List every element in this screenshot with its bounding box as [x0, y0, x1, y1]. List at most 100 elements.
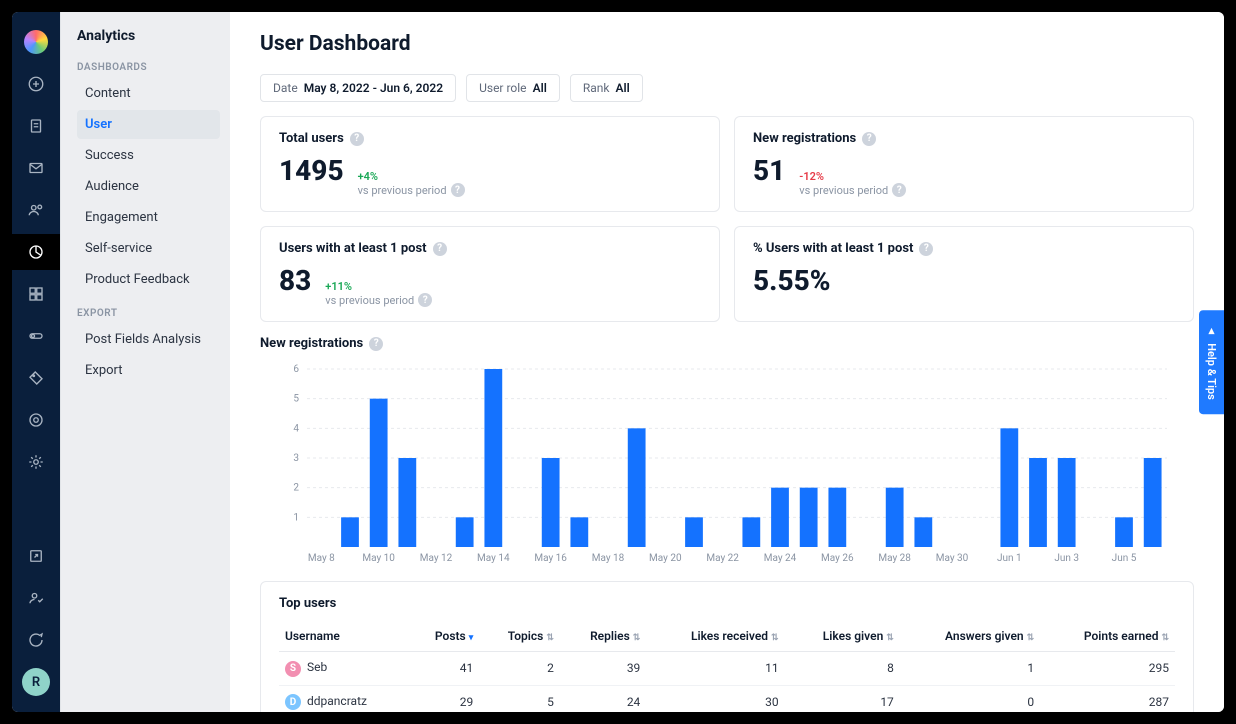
- chart-bar[interactable]: [1000, 428, 1018, 547]
- chart-bar[interactable]: [1144, 458, 1162, 547]
- help-icon[interactable]: ?: [350, 132, 364, 146]
- sidebar-item-post-fields-analysis[interactable]: Post Fields Analysis: [77, 325, 220, 354]
- users-icon[interactable]: [12, 192, 60, 228]
- stat-new-regs-value: 51: [753, 154, 785, 187]
- chart-bar[interactable]: [341, 517, 359, 547]
- sidebar-item-audience[interactable]: Audience: [77, 172, 220, 201]
- help-icon[interactable]: ?: [418, 293, 432, 307]
- svg-text:May 8: May 8: [308, 553, 335, 564]
- sidebar-item-success[interactable]: Success: [77, 141, 220, 170]
- create-icon[interactable]: [12, 66, 60, 102]
- user-check-icon[interactable]: [12, 580, 60, 616]
- chart-bar[interactable]: [886, 488, 904, 547]
- top-users-table-card: Top users UsernamePosts▾Topics⇅Replies⇅L…: [260, 581, 1194, 712]
- col-username[interactable]: Username: [279, 621, 409, 652]
- cell-likes_received: 30: [646, 685, 784, 712]
- chart-bar[interactable]: [370, 399, 388, 547]
- chart-bar[interactable]: [742, 517, 760, 547]
- col-points-earned[interactable]: Points earned⇅: [1040, 621, 1175, 652]
- doc-icon[interactable]: [12, 108, 60, 144]
- sidebar-item-self-service[interactable]: Self-service: [77, 234, 220, 263]
- col-likes-received[interactable]: Likes received⇅: [646, 621, 784, 652]
- mail-icon[interactable]: [12, 150, 60, 186]
- help-icon[interactable]: ?: [451, 183, 465, 197]
- chart-bar[interactable]: [456, 517, 474, 547]
- chart-bar[interactable]: [771, 488, 789, 547]
- sort-icon: ▾: [469, 633, 474, 643]
- analytics-icon[interactable]: [12, 234, 60, 270]
- brand-logo[interactable]: [12, 24, 60, 60]
- avatar[interactable]: R: [12, 664, 60, 700]
- top-users-title: Top users: [279, 596, 1175, 611]
- help-icon[interactable]: ?: [919, 242, 933, 256]
- top-users-table: UsernamePosts▾Topics⇅Replies⇅Likes recei…: [279, 621, 1175, 712]
- filter-rank[interactable]: Rank All: [570, 74, 643, 102]
- svg-text:May 24: May 24: [764, 553, 797, 564]
- sort-icon: ⇅: [1027, 633, 1035, 643]
- tag-icon[interactable]: [12, 360, 60, 396]
- sidebar-item-user[interactable]: User: [77, 110, 220, 139]
- chart-bar[interactable]: [542, 458, 560, 547]
- chart-bar[interactable]: [1115, 517, 1133, 547]
- toggle-icon[interactable]: [12, 318, 60, 354]
- help-tips-tab[interactable]: ▴ Help & Tips: [1199, 310, 1224, 414]
- chart-bar[interactable]: [628, 428, 646, 547]
- sidebar-item-product-feedback[interactable]: Product Feedback: [77, 265, 220, 294]
- cell-answers_given: 1: [900, 652, 1040, 686]
- cell-posts: 41: [409, 652, 479, 686]
- filter-user-role[interactable]: User role All: [466, 74, 560, 102]
- help-icon[interactable]: ?: [862, 132, 876, 146]
- col-likes-given[interactable]: Likes given⇅: [785, 621, 900, 652]
- svg-text:May 28: May 28: [878, 553, 911, 564]
- chart-bar[interactable]: [1058, 458, 1076, 547]
- puzzle-icon[interactable]: [12, 402, 60, 438]
- col-answers-given[interactable]: Answers given⇅: [900, 621, 1040, 652]
- chart-title: New registrations: [260, 336, 363, 351]
- chart-bar[interactable]: [685, 517, 703, 547]
- icon-rail: R: [12, 12, 60, 712]
- sort-icon: ⇅: [771, 633, 779, 643]
- chart-bar[interactable]: [828, 488, 846, 547]
- help-icon[interactable]: ?: [433, 242, 447, 256]
- help-icon[interactable]: ?: [369, 337, 383, 351]
- table-row[interactable]: Dddpancratz2952430170287: [279, 685, 1175, 712]
- col-replies[interactable]: Replies⇅: [560, 621, 646, 652]
- svg-text:2: 2: [293, 483, 299, 494]
- cell-points_earned: 287: [1040, 685, 1175, 712]
- user-avatar-icon: D: [285, 694, 301, 710]
- external-icon[interactable]: [12, 538, 60, 574]
- svg-text:4: 4: [293, 423, 299, 434]
- table-row[interactable]: SSeb412391181295: [279, 652, 1175, 686]
- col-topics[interactable]: Topics⇅: [479, 621, 560, 652]
- chart-bar[interactable]: [800, 488, 818, 547]
- chart-bar[interactable]: [398, 458, 416, 547]
- stat-pct-users-with-post: % Users with at least 1 post? 5.55%: [734, 226, 1194, 322]
- sidebar-item-export[interactable]: Export: [77, 356, 220, 385]
- grid-icon[interactable]: [12, 276, 60, 312]
- stat-total-users-delta: +4%: [358, 170, 378, 183]
- chart-bar[interactable]: [1029, 458, 1047, 547]
- sidebar: Analytics DASHBOARDS ContentUserSuccessA…: [60, 12, 230, 712]
- chart-bar[interactable]: [484, 369, 502, 547]
- svg-text:May 20: May 20: [649, 553, 682, 564]
- chart-canvas: 123456May 8May 10May 12May 14May 16May 1…: [260, 361, 1194, 571]
- stat-total-users-title: Total users: [279, 131, 344, 146]
- stat-users-post-compare: vs previous period: [325, 294, 414, 307]
- chart-bar[interactable]: [570, 517, 588, 547]
- filter-date-value: May 8, 2022 - Jun 6, 2022: [304, 81, 443, 95]
- help-icon[interactable]: ?: [892, 183, 906, 197]
- user-avatar-icon: S: [285, 661, 301, 677]
- col-posts[interactable]: Posts▾: [409, 621, 479, 652]
- stat-users-with-post: Users with at least 1 post? 83 +11% vs p…: [260, 226, 720, 322]
- sidebar-item-engagement[interactable]: Engagement: [77, 203, 220, 232]
- chart-bar[interactable]: [914, 517, 932, 547]
- svg-text:May 16: May 16: [534, 553, 567, 564]
- username: ddpancratz: [307, 694, 367, 708]
- gear-icon[interactable]: [12, 444, 60, 480]
- sort-icon: ⇅: [1161, 633, 1169, 643]
- chat-icon[interactable]: [12, 622, 60, 658]
- svg-text:6: 6: [293, 364, 299, 375]
- sidebar-item-content[interactable]: Content: [77, 79, 220, 108]
- filter-date[interactable]: Date May 8, 2022 - Jun 6, 2022: [260, 74, 456, 102]
- stat-new-regs-compare: vs previous period: [799, 184, 888, 197]
